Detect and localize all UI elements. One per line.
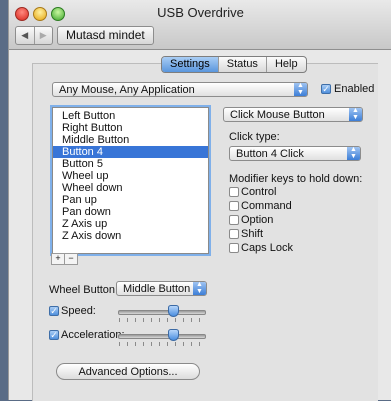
add-button[interactable]: + — [51, 253, 65, 265]
forward-arrow-icon[interactable]: ▶ — [33, 27, 53, 44]
back-arrow-icon[interactable]: ◀ — [16, 27, 34, 44]
caps-lock-label: Caps Lock — [241, 242, 293, 254]
window-title: USB Overdrive — [157, 5, 244, 20]
show-all-button[interactable]: Mutasd mindet — [57, 26, 154, 45]
up-down-arrows-icon: ▲ ▼ — [294, 82, 307, 96]
list-item[interactable]: Wheel up — [53, 170, 208, 182]
action-popup[interactable]: Click Mouse Button ▲ ▼ — [223, 107, 363, 122]
list-item[interactable]: Pan up — [53, 194, 208, 206]
caps-lock-checkbox[interactable] — [229, 243, 239, 253]
speed-slider-ticks — [119, 318, 205, 322]
remove-button[interactable]: − — [64, 253, 78, 265]
enabled-label: Enabled — [334, 83, 375, 95]
command-label: Command — [241, 200, 292, 212]
speed-slider[interactable] — [118, 310, 206, 315]
click-type-popup[interactable]: Button 4 Click ▲ ▼ — [229, 146, 361, 161]
speed-slider-knob[interactable] — [168, 305, 180, 317]
wheel-button-label: Wheel Button: — [49, 284, 119, 296]
click-type-value: Button 4 Click — [236, 148, 304, 160]
list-item[interactable]: Left Button — [53, 110, 208, 122]
advanced-options-button[interactable]: Advanced Options... — [56, 363, 200, 380]
back-forward-control[interactable]: ◀ ▶ — [15, 26, 53, 45]
wheel-button-value: Middle Button — [123, 283, 191, 295]
acceleration-slider[interactable] — [118, 334, 206, 339]
speed-checkbox[interactable]: ✓ — [49, 306, 59, 316]
shift-label: Shift — [241, 228, 264, 240]
list-item[interactable]: Middle Button — [53, 134, 208, 146]
click-type-label: Click type: — [229, 131, 280, 143]
command-checkbox[interactable] — [229, 201, 239, 211]
control-label: Control — [241, 186, 277, 198]
up-down-arrows-icon: ▲ ▼ — [349, 107, 362, 121]
list-item[interactable]: Z Axis up — [53, 218, 208, 230]
list-item[interactable]: Wheel down — [53, 182, 208, 194]
list-item[interactable]: Right Button — [53, 122, 208, 134]
option-label: Option — [241, 214, 274, 226]
title-bar[interactable]: USB Overdrive ◀ ▶ Mutasd mindet — [9, 0, 391, 50]
device-popup-value: Any Mouse, Any Application — [59, 84, 195, 96]
tab-settings[interactable]: Settings — [162, 57, 218, 72]
acceleration-slider-knob[interactable] — [168, 329, 180, 341]
up-down-arrows-icon: ▲ ▼ — [193, 281, 206, 295]
wheel-button-popup[interactable]: Middle Button ▲ ▼ — [116, 281, 207, 296]
control-checkbox[interactable] — [229, 187, 239, 197]
tab-status[interactable]: Status — [217, 57, 266, 72]
acceleration-slider-ticks — [119, 342, 205, 346]
acceleration-checkbox[interactable]: ✓ — [49, 330, 59, 340]
action-popup-value: Click Mouse Button — [230, 109, 325, 121]
up-down-arrows-icon: ▲ ▼ — [347, 146, 360, 160]
enabled-checkbox[interactable]: ✓ — [321, 84, 331, 94]
acceleration-label: Acceleration: — [61, 329, 125, 341]
shift-checkbox[interactable] — [229, 229, 239, 239]
speed-label: Speed: — [61, 305, 96, 317]
tab-bar: Settings Status Help — [161, 56, 307, 73]
button-list[interactable]: Left Button Right Button Middle Button B… — [52, 107, 209, 254]
modifier-keys-label: Modifier keys to hold down: — [229, 173, 363, 185]
device-popup[interactable]: Any Mouse, Any Application ▲ ▼ — [52, 82, 308, 97]
list-item-selected[interactable]: Button 4 — [53, 146, 208, 158]
list-item[interactable]: Z Axis down — [53, 230, 208, 242]
option-checkbox[interactable] — [229, 215, 239, 225]
tab-help[interactable]: Help — [265, 57, 306, 72]
list-item[interactable]: Pan down — [53, 206, 208, 218]
list-item[interactable]: Button 5 — [53, 158, 208, 170]
